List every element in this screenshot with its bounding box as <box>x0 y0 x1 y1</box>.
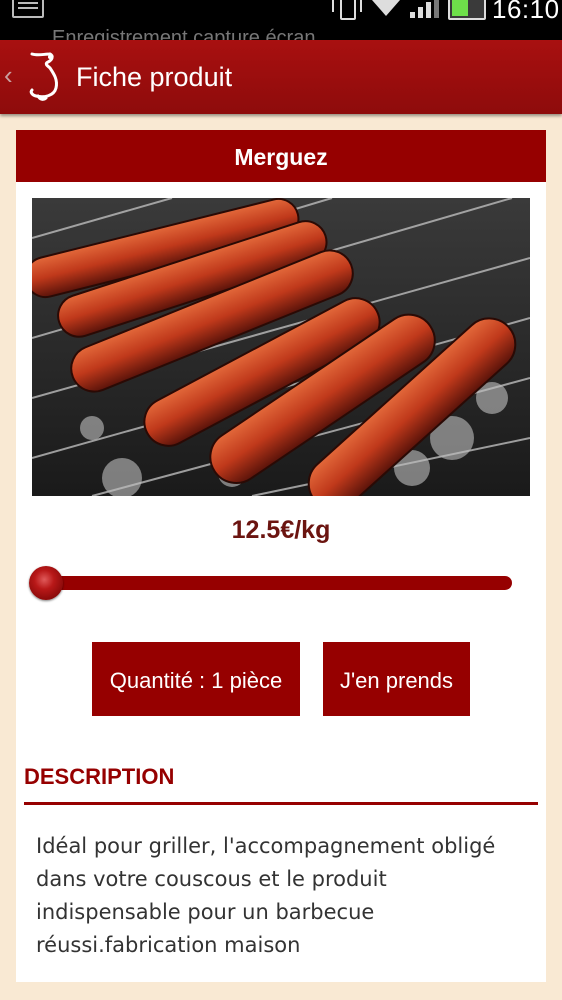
notification-icon <box>12 0 44 18</box>
battery-icon <box>448 0 486 20</box>
status-bar: Enregistrement capture écran 16:10 <box>0 0 562 40</box>
signal-icon <box>410 0 439 18</box>
app-logo-icon[interactable] <box>24 50 68 102</box>
status-time: 16:10 <box>492 0 560 24</box>
product-name: Merguez <box>16 130 546 182</box>
product-price: 12.5€/kg <box>231 516 331 544</box>
quantity-button[interactable]: Quantité : 1 pièce <box>92 642 300 716</box>
quantity-slider-thumb[interactable] <box>29 566 63 600</box>
product-card: Merguez 12.5€/kg Quantité: 1 pièce J'en… <box>16 130 546 982</box>
product-image <box>32 198 530 496</box>
action-bar: ‹ Fiche produit <box>0 40 562 114</box>
chevron-left-icon[interactable]: ‹ <box>4 62 13 88</box>
description-divider <box>24 802 538 805</box>
status-notification-text: Enregistrement capture écran <box>52 27 316 40</box>
page-title: Fiche produit <box>76 62 233 92</box>
description-text: Idéal pour griller, l'accompagnement obl… <box>36 834 496 957</box>
description-title: DESCRIPTION <box>24 764 175 789</box>
wifi-icon <box>372 0 400 16</box>
add-to-cart-button[interactable]: J'en prends <box>323 642 470 716</box>
vibrate-icon <box>330 0 364 20</box>
quantity-slider-track[interactable] <box>44 576 512 590</box>
